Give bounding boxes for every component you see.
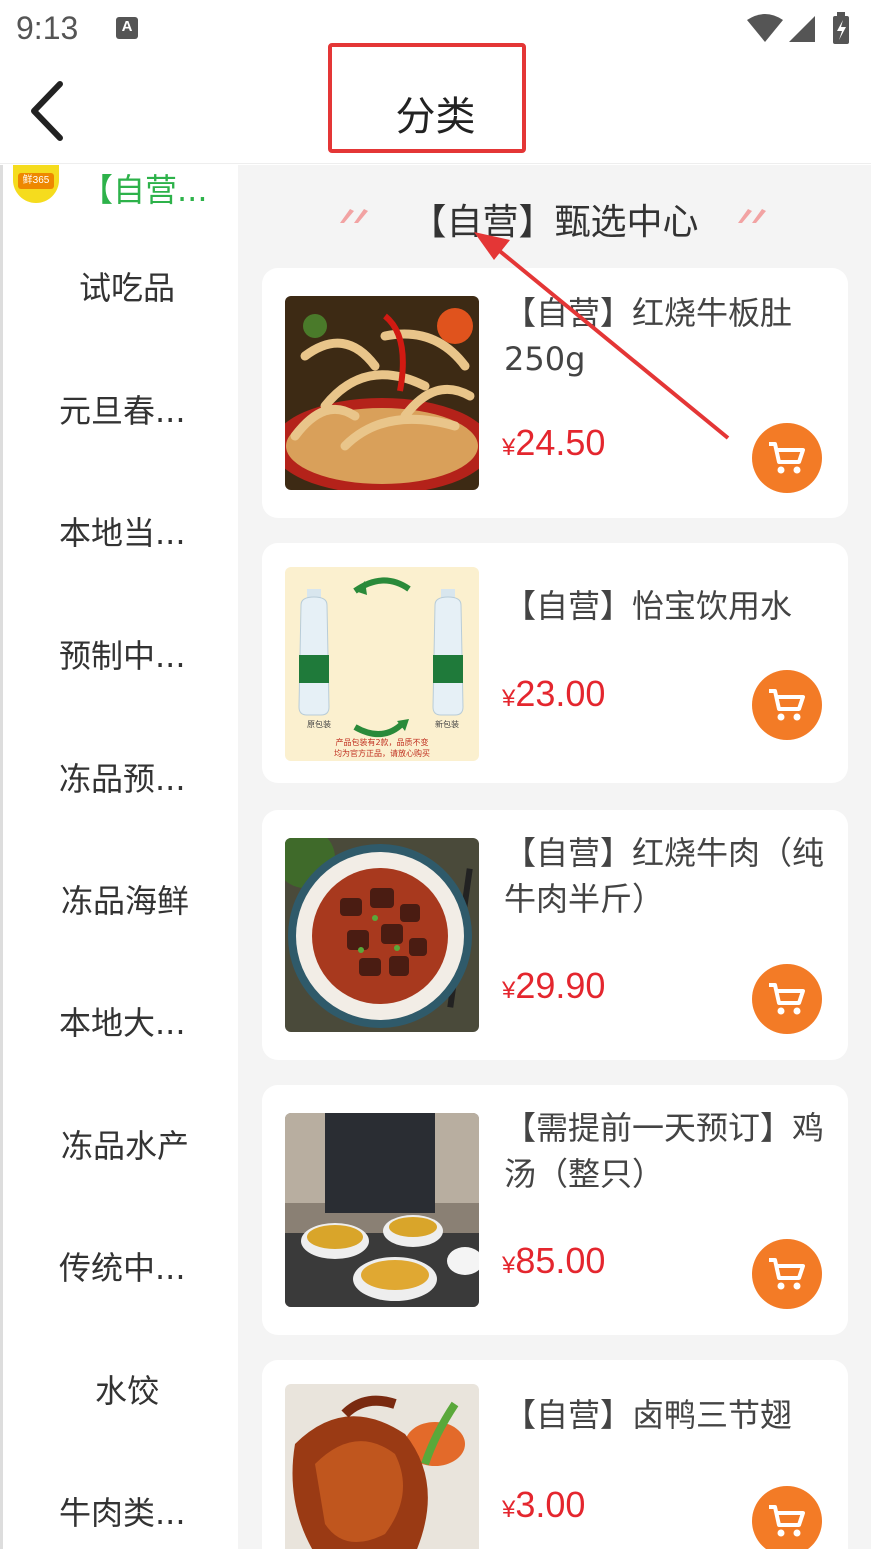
product-card[interactable]: 原包装 新包装 产品包装有2款，品质不变 均为官方正品，请放心购买 【自营】怡宝… <box>262 543 848 783</box>
product-name: 【需提前一天预订】鸡汤（整只） <box>504 1109 825 1193</box>
add-to-cart-button[interactable] <box>752 670 822 740</box>
water-bottle-image: 原包装 新包装 产品包装有2款，品质不变 均为官方正品，请放心购买 <box>285 567 479 761</box>
beef-tripe-image <box>285 296 479 490</box>
product-name: 【自营】卤鸭三节翅 <box>504 1396 793 1434</box>
product-name: 【自营】怡宝饮用水 <box>504 587 793 625</box>
chicken-soup-image <box>285 1113 479 1307</box>
notification-icon: A <box>116 17 138 39</box>
currency-symbol: ¥ <box>502 1252 516 1279</box>
cart-icon <box>769 442 805 474</box>
product-price: ¥23.00 <box>502 673 605 715</box>
product-list-panel: 【自营】甄选中心 【自营】红烧牛板肚250g ¥24.50 原包装 新包装 产品… <box>238 165 871 1549</box>
product-price: ¥3.00 <box>502 1484 585 1526</box>
sidebar-item-label: 冻品水产 <box>61 1127 190 1165</box>
price-value: 24.50 <box>515 422 606 463</box>
sidebar-item[interactable]: 本地大... <box>3 988 238 1048</box>
sidebar-item-active[interactable]: 鲜365 【自营... <box>9 165 235 215</box>
product-card[interactable]: 【自营】红烧牛肉（纯牛肉半斤） ¥29.90 <box>262 810 848 1060</box>
sidebar-item-label: 本地大... <box>59 1004 186 1042</box>
product-name: 【自营】红烧牛板肚250g <box>504 294 793 378</box>
product-image[interactable] <box>285 1384 479 1549</box>
sidebar-item-label: 本地当... <box>59 514 186 552</box>
sidebar-item[interactable]: 传统中... <box>3 1233 238 1293</box>
product-price: ¥24.50 <box>502 422 605 464</box>
product-card[interactable]: 【自营】红烧牛板肚250g ¥24.50 <box>262 268 848 518</box>
sidebar-item-label: 冻品海鲜 <box>61 882 190 920</box>
sidebar-item[interactable]: 预制中... <box>3 621 238 681</box>
sidebar-item[interactable]: 试吃品 <box>3 253 238 313</box>
status-icons <box>747 12 857 46</box>
cart-icon <box>769 689 805 721</box>
price-value: 23.00 <box>515 673 606 714</box>
sidebar-item-label: 试吃品 <box>79 269 176 307</box>
product-price: ¥85.00 <box>502 1240 605 1282</box>
add-to-cart-button[interactable] <box>752 423 822 493</box>
sidebar-item-label: 预制中... <box>59 637 186 675</box>
duck-wings-image <box>285 1384 479 1549</box>
sidebar-item-label: 水饺 <box>95 1372 160 1410</box>
sidebar-item[interactable]: 水饺 <box>3 1356 238 1416</box>
water-bottle-right <box>432 589 464 716</box>
sidebar-item[interactable]: 冻品预... <box>3 744 238 804</box>
sidebar-item-label: 元旦春... <box>59 392 186 430</box>
cart-icon <box>769 1258 805 1290</box>
status-time: 9:13 <box>16 10 79 46</box>
product-image[interactable] <box>285 838 479 1032</box>
product-name: 【自营】红烧牛肉（纯牛肉半斤） <box>504 834 825 918</box>
product-image[interactable]: 原包装 新包装 产品包装有2款，品质不变 均为官方正品，请放心购买 <box>285 567 479 761</box>
image-caption-right: 新包装 <box>435 719 459 729</box>
add-to-cart-button[interactable] <box>752 1486 822 1549</box>
product-image[interactable] <box>285 1113 479 1307</box>
sidebar-item[interactable]: 冻品海鲜 <box>3 866 238 926</box>
add-to-cart-button[interactable] <box>752 1239 822 1309</box>
sidebar-item-label: 牛肉类... <box>59 1494 186 1532</box>
product-card[interactable]: 【自营】卤鸭三节翅 ¥3.00 <box>262 1360 848 1549</box>
sidebar-item-label: 【自营... <box>81 171 208 209</box>
sidebar-item-label: 传统中... <box>59 1249 186 1287</box>
store-logo-text: 鲜365 <box>18 173 54 189</box>
currency-symbol: ¥ <box>502 977 516 1004</box>
cart-icon <box>769 983 805 1015</box>
currency-symbol: ¥ <box>502 685 516 712</box>
cart-icon <box>769 1505 805 1537</box>
sidebar-item[interactable]: 冻品水产 <box>3 1111 238 1171</box>
sidebar-item[interactable]: 本地当... <box>3 498 238 558</box>
sidebar-item[interactable]: 牛肉类... <box>3 1478 238 1538</box>
product-image[interactable] <box>285 296 479 490</box>
section-title: 【自营】甄选中心 <box>410 202 699 243</box>
sidebar-item-label: 冻品预... <box>59 760 186 798</box>
currency-symbol: ¥ <box>502 1496 516 1523</box>
currency-symbol: ¥ <box>502 434 516 461</box>
header: 分类 <box>0 43 871 164</box>
category-sidebar: 鲜365 【自营... 试吃品 元旦春... 本地当... 预制中... 冻品预… <box>0 165 238 1549</box>
braised-beef-image <box>285 838 479 1032</box>
product-card[interactable]: 【需提前一天预订】鸡汤（整只） ¥85.00 <box>262 1085 848 1335</box>
battery-icon <box>833 12 849 44</box>
wifi-icon <box>747 14 783 42</box>
water-bottle-left <box>298 589 330 716</box>
annotation-highlight-box <box>328 43 526 153</box>
product-price: ¥29.90 <box>502 965 605 1007</box>
sidebar-item[interactable]: 元旦春... <box>3 376 238 436</box>
title-decoration-right-icon <box>738 209 766 223</box>
price-value: 85.00 <box>515 1240 606 1281</box>
image-note-2: 均为官方正品，请放心购买 <box>334 748 430 758</box>
store-logo: 鲜365 <box>13 165 59 203</box>
price-value: 3.00 <box>515 1484 586 1525</box>
image-note-1: 产品包装有2款，品质不变 <box>335 737 428 747</box>
signal-icon <box>789 16 815 42</box>
add-to-cart-button[interactable] <box>752 964 822 1034</box>
price-value: 29.90 <box>515 965 606 1006</box>
image-caption-left: 原包装 <box>307 719 331 729</box>
